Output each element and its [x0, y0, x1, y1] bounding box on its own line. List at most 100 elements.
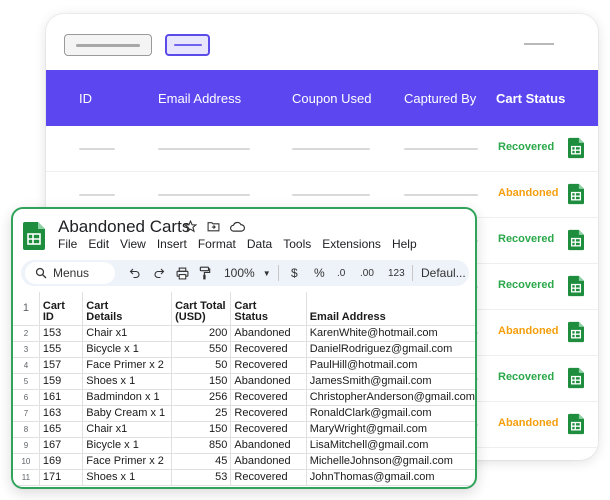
- cart-details-cell[interactable]: Chair x1: [82, 325, 173, 342]
- cart-details-cell[interactable]: Bicycle x 1: [82, 341, 173, 358]
- cart-details-cell[interactable]: Bicycle x 1: [82, 437, 173, 454]
- google-sheets-icon[interactable]: [568, 321, 584, 348]
- cart-total-cell[interactable]: 25: [171, 405, 232, 422]
- email-cell[interactable]: MichelleJohnson@gmail.com: [306, 453, 475, 470]
- menu-item-insert[interactable]: Insert: [157, 237, 187, 251]
- cart-id-cell[interactable]: 163: [39, 405, 84, 422]
- menu-item-edit[interactable]: Edit: [88, 237, 109, 251]
- cart-total-cell[interactable]: 50: [171, 357, 232, 374]
- number-format-button[interactable]: 123: [388, 260, 405, 286]
- cart-total-cell[interactable]: 256: [171, 389, 232, 406]
- redo-icon[interactable]: [153, 260, 165, 286]
- table-row[interactable]: 3 155 Bicycle x 1 550 Recovered DanielRodrigu…: [13, 341, 475, 358]
- google-sheets-icon[interactable]: [568, 229, 584, 256]
- google-sheets-icon[interactable]: [568, 137, 584, 164]
- email-cell[interactable]: JohnThomas@gmail.com: [306, 469, 475, 486]
- table-row[interactable]: 8 165 Chair x1 150 Recovered MaryWright@gmail…: [13, 421, 475, 438]
- currency-format-button[interactable]: $: [291, 260, 298, 286]
- star-icon[interactable]: [184, 219, 197, 233]
- document-title[interactable]: Abandoned Carts: [58, 217, 190, 237]
- menu-item-tools[interactable]: Tools: [283, 237, 311, 251]
- email-cell[interactable]: PaulHill@hotmail.com: [306, 357, 475, 374]
- zoom-select[interactable]: 100% ▼: [224, 260, 271, 286]
- email-cell[interactable]: KarenWhite@hotmail.com: [306, 325, 475, 342]
- cart-status-cell[interactable]: Abandoned: [230, 437, 307, 454]
- cloud-status-icon[interactable]: [230, 220, 245, 233]
- email-cell[interactable]: MaryWright@gmail.com: [306, 421, 475, 438]
- cart-id-cell[interactable]: 155: [39, 341, 84, 358]
- email-cell[interactable]: JamesSmith@gmail.com: [306, 373, 475, 390]
- menu-item-extensions[interactable]: Extensions: [322, 237, 381, 251]
- column-header-cell[interactable]: Cart ID: [39, 292, 84, 326]
- column-header-cell[interactable]: Cart Total (USD): [171, 292, 232, 326]
- cart-id-cell[interactable]: 153: [39, 325, 84, 342]
- table-row[interactable]: 4 157 Face Primer x 2 50 Recovered PaulHill@h…: [13, 357, 475, 374]
- google-sheets-icon[interactable]: [568, 367, 584, 394]
- column-header-cell[interactable]: Cart Status: [230, 292, 307, 326]
- cart-total-cell[interactable]: 150: [171, 421, 232, 438]
- cart-status-cell[interactable]: Recovered: [230, 469, 307, 486]
- table-row[interactable]: Recovered: [46, 126, 598, 172]
- google-sheets-icon[interactable]: [568, 413, 584, 440]
- table-row[interactable]: 11 171 Shoes x 1 53 Recovered JohnThomas@gmai…: [13, 469, 475, 486]
- cart-status-cell[interactable]: Abandoned: [230, 325, 307, 342]
- filter-button[interactable]: [64, 34, 152, 56]
- menu-item-format[interactable]: Format: [198, 237, 236, 251]
- search-menus-button[interactable]: Menus: [25, 262, 115, 284]
- email-cell[interactable]: DanielRodriguez@gmail.com: [306, 341, 475, 358]
- cart-total-cell[interactable]: 550: [171, 341, 232, 358]
- table-row[interactable]: 2 153 Chair x1 200 Abandoned KarenWhite@hotma…: [13, 325, 475, 342]
- percent-format-button[interactable]: %: [314, 260, 325, 286]
- print-icon[interactable]: [176, 260, 189, 286]
- google-sheets-icon[interactable]: [568, 275, 584, 302]
- increase-decimal-button[interactable]: .00: [360, 260, 374, 286]
- cart-total-cell[interactable]: 200: [171, 325, 232, 342]
- cart-status-cell[interactable]: Recovered: [230, 405, 307, 422]
- cart-status-cell[interactable]: Abandoned: [230, 453, 307, 470]
- cart-details-cell[interactable]: Shoes x 1: [82, 373, 173, 390]
- cart-total-cell[interactable]: 150: [171, 373, 232, 390]
- email-cell[interactable]: ChristopherAnderson@gmail.com: [306, 389, 475, 406]
- column-header-cell[interactable]: Email Address: [306, 292, 475, 326]
- cart-details-cell[interactable]: Chair x1: [82, 421, 173, 438]
- email-cell[interactable]: LisaMitchell@gmail.com: [306, 437, 475, 454]
- cart-total-cell[interactable]: 850: [171, 437, 232, 454]
- cart-status-cell[interactable]: Recovered: [230, 389, 307, 406]
- menu-item-view[interactable]: View: [120, 237, 146, 251]
- cart-id-cell[interactable]: 161: [39, 389, 84, 406]
- menu-item-data[interactable]: Data: [247, 237, 272, 251]
- cart-total-cell[interactable]: 45: [171, 453, 232, 470]
- cart-id-cell[interactable]: 171: [39, 469, 84, 486]
- cart-id-cell[interactable]: 167: [39, 437, 84, 454]
- cart-status-cell[interactable]: Recovered: [230, 357, 307, 374]
- decrease-decimal-button[interactable]: .0: [337, 260, 345, 286]
- cart-total-cell[interactable]: 53: [171, 469, 232, 486]
- cart-id-cell[interactable]: 165: [39, 421, 84, 438]
- table-row[interactable]: 7 163 Baby Cream x 1 25 Recovered RonaldClark…: [13, 405, 475, 422]
- paint-format-icon[interactable]: [199, 260, 211, 286]
- undo-icon[interactable]: [129, 260, 141, 286]
- cart-details-cell[interactable]: Badmindon x 1: [82, 389, 173, 406]
- cart-status-cell[interactable]: Recovered: [230, 341, 307, 358]
- cart-details-cell[interactable]: Face Primer x 2: [82, 453, 173, 470]
- column-header-cell[interactable]: Cart Details: [82, 292, 173, 326]
- table-row[interactable]: 5 159 Shoes x 1 150 Abandoned JamesSmith@gmai…: [13, 373, 475, 390]
- cart-details-cell[interactable]: Baby Cream x 1: [82, 405, 173, 422]
- menu-item-help[interactable]: Help: [392, 237, 417, 251]
- folder-move-icon[interactable]: [207, 220, 220, 233]
- cart-details-cell[interactable]: Shoes x 1: [82, 469, 173, 486]
- cart-id-cell[interactable]: 159: [39, 373, 84, 390]
- export-button[interactable]: [165, 34, 210, 56]
- menu-item-file[interactable]: File: [58, 237, 77, 251]
- cart-id-cell[interactable]: 169: [39, 453, 84, 470]
- cart-status-cell[interactable]: Abandoned: [230, 373, 307, 390]
- cart-details-cell[interactable]: Face Primer x 2: [82, 357, 173, 374]
- table-row[interactable]: 10 169 Face Primer x 2 45 Abandoned MichelleJ…: [13, 453, 475, 470]
- cart-id-cell[interactable]: 157: [39, 357, 84, 374]
- cart-status-cell[interactable]: Recovered: [230, 421, 307, 438]
- google-sheets-icon[interactable]: [568, 183, 584, 210]
- table-row[interactable]: 6 161 Badmindon x 1 256 Recovered Christopher…: [13, 389, 475, 406]
- font-select[interactable]: Defaul... ▼: [421, 260, 475, 286]
- table-row[interactable]: 9 167 Bicycle x 1 850 Abandoned LisaMitchell@…: [13, 437, 475, 454]
- email-cell[interactable]: RonaldClark@gmail.com: [306, 405, 475, 422]
